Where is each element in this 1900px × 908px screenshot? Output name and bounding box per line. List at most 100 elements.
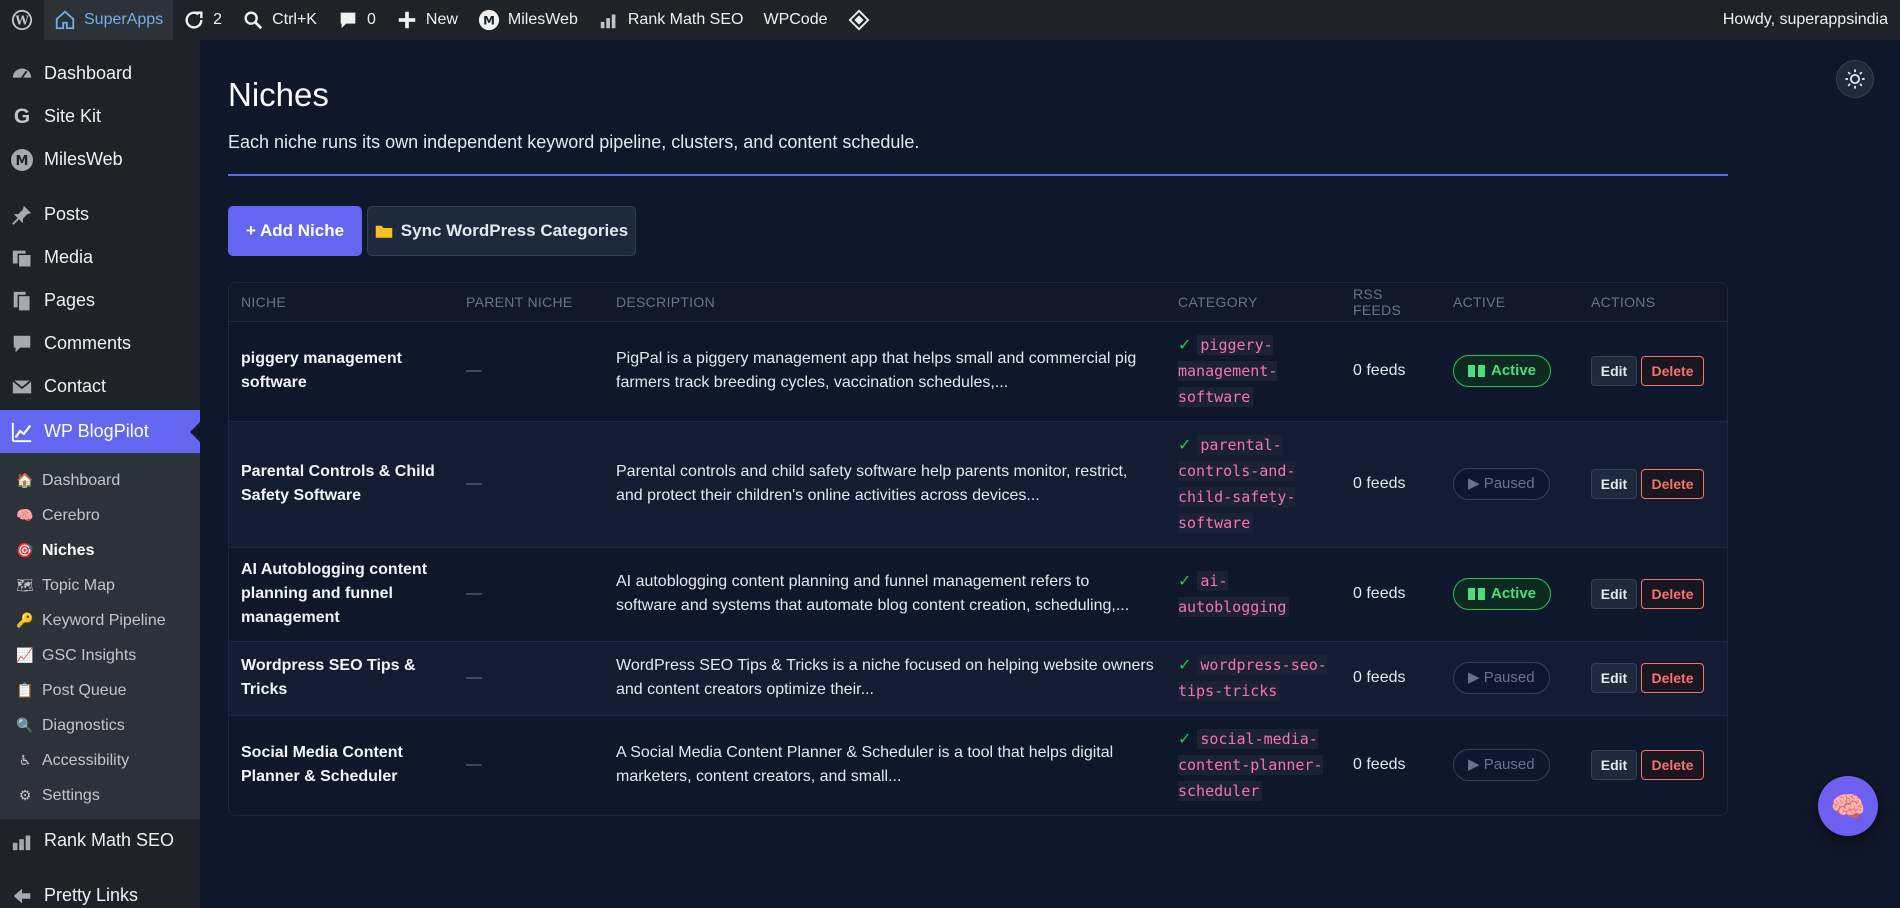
milesweb-link[interactable]: M MilesWeb (468, 0, 588, 40)
rss-feeds: 0 feeds (1341, 546, 1441, 641)
rss-feeds: 0 feeds (1341, 640, 1441, 715)
header-description: Description (604, 283, 1166, 321)
edit-button[interactable]: Edit (1591, 356, 1637, 386)
sidebar-item-label: Rank Math SEO (44, 830, 175, 850)
edit-button[interactable]: Edit (1591, 663, 1637, 693)
niche-description: WordPress SEO Tips & Tricks is a niche f… (604, 640, 1166, 715)
status-toggle[interactable]: Active (1453, 578, 1552, 610)
submenu-item-accessibility[interactable]: ♿ Accessibility (0, 743, 200, 778)
sun-icon (1845, 69, 1865, 89)
delete-button[interactable]: Delete (1641, 663, 1704, 693)
rss-feeds: 0 feeds (1341, 320, 1441, 421)
comment-icon (340, 12, 356, 29)
status-toggle[interactable]: ▶ Paused (1453, 749, 1550, 782)
header-actions: Actions (1579, 283, 1727, 321)
rankmath-label: Rank Math SEO (627, 11, 744, 28)
sidebar-item-label: Media (44, 247, 94, 267)
delete-button[interactable]: Delete (1641, 469, 1704, 499)
sidebar-item-wp-blogpilot[interactable]: WP BlogPilot (0, 410, 200, 453)
add-niche-button[interactable]: + Add Niche (228, 206, 362, 256)
status-cell: Active (1441, 320, 1579, 421)
submenu-item-gsc-insights[interactable]: 📈 GSC Insights (0, 638, 200, 673)
parent-niche: — (454, 420, 604, 547)
niche-category: ✓ wordpress-seo-tips-tricks (1166, 640, 1341, 715)
submenu-item-dashboard[interactable]: 🏠 Dashboard (0, 463, 200, 498)
submenu-item-label: Topic Map (42, 576, 115, 594)
blogpilot-submenu: 🏠 Dashboard 🧠 Cerebro 🎯 Niches 🗺 Topic Map 🔑… (0, 453, 200, 819)
category-slug: piggery-management-software (1178, 335, 1278, 407)
google-icon: G (13, 104, 31, 128)
sidebar-item-media[interactable]: Media (0, 236, 200, 279)
search-shortcut[interactable]: Ctrl+K (232, 0, 327, 40)
niche-category: ✓ social-media-content-planner-scheduler (1166, 714, 1341, 815)
niches-table: Niche Parent Niche Description Category … (228, 282, 1728, 816)
status-toggle[interactable]: Active (1453, 355, 1552, 387)
status-toggle[interactable]: ▶ Paused (1453, 662, 1550, 694)
sidebar-item-rank-math[interactable]: Rank Math SEO (0, 819, 200, 862)
pause-icon (1468, 588, 1485, 600)
edit-button[interactable]: Edit (1591, 469, 1637, 499)
delete-button[interactable]: Delete (1641, 750, 1704, 781)
submenu-item-keyword-pipeline[interactable]: 🔑 Keyword Pipeline (0, 603, 200, 638)
status-cell: ▶ Paused (1441, 420, 1579, 547)
sidebar-item-pretty-links[interactable]: Pretty Links (0, 874, 200, 908)
edit-button[interactable]: Edit (1591, 579, 1637, 609)
actions-cell: Edit Delete (1579, 320, 1727, 421)
sync-categories-button[interactable]: Sync WordPress Categories (367, 206, 636, 256)
search-icon (244, 11, 263, 30)
niche-name: Wordpress SEO Tips & Tricks (229, 640, 454, 715)
key-icon: 🔑 (16, 612, 34, 628)
status-toggle[interactable]: ▶ Paused (1453, 468, 1550, 500)
sidebar-item-dashboard[interactable]: Dashboard (0, 52, 200, 95)
rankmath-link[interactable]: Rank Math SEO (588, 0, 754, 40)
cerebro-assistant-button[interactable]: 🧠 (1818, 776, 1878, 836)
sidebar-item-milesweb[interactable]: M MilesWeb (0, 138, 200, 181)
niche-name: Social Media Content Planner & Scheduler (229, 714, 454, 815)
new-content-link[interactable]: New (386, 0, 468, 40)
account-menu[interactable]: Howdy, superappsindia (1713, 0, 1900, 40)
delete-button[interactable]: Delete (1641, 579, 1704, 609)
comment-icon (10, 332, 34, 356)
sync-categories-label: Sync WordPress Categories (400, 221, 629, 240)
status-cell: ▶ Paused (1441, 640, 1579, 715)
niche-category: ✓ ai-autoblogging (1166, 546, 1341, 641)
milesweb-icon: M (478, 9, 499, 31)
submenu-item-post-queue[interactable]: 📋 Post Queue (0, 673, 200, 708)
search-shortcut-label: Ctrl+K (272, 11, 317, 28)
sidebar-item-posts[interactable]: Posts (0, 193, 200, 236)
delete-button[interactable]: Delete (1641, 356, 1704, 386)
sidebar-item-site-kit[interactable]: G Site Kit (0, 95, 200, 138)
home-icon (55, 10, 75, 30)
chart-icon (10, 420, 34, 444)
comments-link[interactable]: 0 (327, 0, 386, 40)
pages-icon (10, 289, 34, 313)
magnifier-icon: 🔍 (16, 717, 34, 733)
header-parent-niche: Parent Niche (454, 283, 604, 321)
submenu-item-cerebro[interactable]: 🧠 Cerebro (0, 498, 200, 533)
submenu-item-topic-map[interactable]: 🗺 Topic Map (0, 568, 200, 603)
theme-toggle-button[interactable] (1836, 60, 1874, 98)
edit-button[interactable]: Edit (1591, 750, 1637, 781)
wpcode-link[interactable]: WPCode (753, 0, 837, 40)
submenu-item-label: Settings (42, 786, 100, 804)
pause-icon (1468, 365, 1485, 377)
site-name-link[interactable]: SuperApps (44, 0, 174, 40)
sidebar-item-contact[interactable]: Contact (0, 365, 200, 408)
svg-text:W: W (14, 14, 29, 28)
actions-cell: Edit Delete (1579, 420, 1727, 547)
sidebar-item-pages[interactable]: Pages (0, 279, 200, 322)
status-label: ▶ Paused (1468, 669, 1535, 686)
updates-link[interactable]: 2 (173, 0, 232, 40)
submenu-item-settings[interactable]: ⚙ Settings (0, 778, 200, 813)
header-divider (228, 174, 1728, 176)
new-label: New (425, 11, 458, 28)
check-icon: ✓ (1178, 657, 1192, 674)
submenu-item-niches[interactable]: 🎯 Niches (0, 533, 200, 568)
check-icon: ✓ (1178, 437, 1192, 454)
diamond-plugin-link[interactable] (838, 0, 880, 40)
submenu-item-diagnostics[interactable]: 🔍 Diagnostics (0, 708, 200, 743)
sidebar-item-label: Site Kit (44, 106, 102, 126)
table-row: piggery management software — PigPal is … (229, 320, 1727, 421)
wordpress-logo-icon[interactable]: W (0, 0, 44, 40)
sidebar-item-comments[interactable]: Comments (0, 322, 200, 365)
